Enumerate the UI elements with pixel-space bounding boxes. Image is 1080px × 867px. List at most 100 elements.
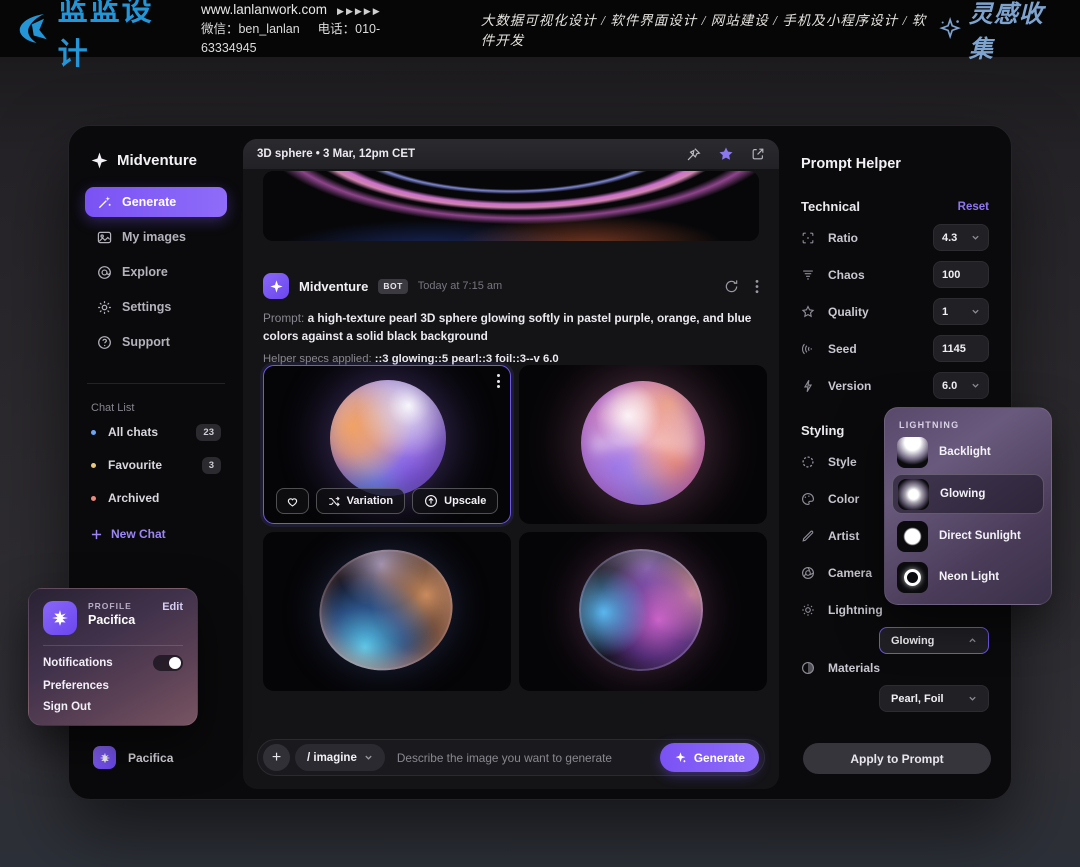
sidebar-item-settings[interactable]: Settings xyxy=(85,292,227,322)
reset-button[interactable]: Reset xyxy=(958,201,989,213)
chat-filter-label: All chats xyxy=(108,425,158,439)
sidebar-item-label: Explore xyxy=(122,265,168,279)
previous-generation-image[interactable] xyxy=(263,171,759,241)
sidebar-item-label: Settings xyxy=(122,300,171,314)
preferences-item[interactable]: Preferences xyxy=(43,680,183,692)
favourite-star-icon[interactable] xyxy=(718,146,734,162)
lanlan-logo-text: 蓝蓝设计 xyxy=(58,0,177,73)
styling-row-materials: Materials xyxy=(801,654,989,681)
neon-light-thumbnail xyxy=(897,562,928,593)
chaos-value: 100 xyxy=(942,269,960,281)
upscale-button[interactable]: Upscale xyxy=(412,488,498,514)
styling-label: Style xyxy=(828,455,857,469)
gear-icon xyxy=(97,300,112,315)
option-label: Direct Sunlight xyxy=(939,530,1021,542)
setting-label: Quality xyxy=(828,305,869,319)
generate-button[interactable]: Generate xyxy=(660,743,759,772)
option-direct-sunlight[interactable]: Direct Sunlight xyxy=(892,517,1044,555)
ratio-select[interactable]: 4.3 xyxy=(933,224,989,251)
generated-image-3[interactable] xyxy=(263,532,511,691)
seed-input[interactable]: 1145 xyxy=(933,335,989,362)
brush-icon xyxy=(801,529,816,543)
setting-row-quality: Quality 1 xyxy=(801,298,989,325)
chat-filter-all-chats[interactable]: All chats 23 xyxy=(85,417,227,447)
lanlan-logo-icon xyxy=(16,11,50,47)
open-external-icon[interactable] xyxy=(751,147,765,161)
site-header: 蓝蓝设计 www.lanlanwork.com▶▶▶▶▶ 微信：ben_lanl… xyxy=(0,0,1080,57)
chat-filter-favourite[interactable]: Favourite 3 xyxy=(85,450,227,480)
styling-label: Color xyxy=(828,492,859,506)
specs-value: ::3 glowing::5 pearl::3 foil::3--v 6.0 xyxy=(375,353,559,365)
version-select[interactable]: 6.0 xyxy=(933,372,989,399)
message-timestamp: Today at 7:15 am xyxy=(418,280,502,292)
message-menu-icon[interactable] xyxy=(755,279,759,294)
option-label: Backlight xyxy=(939,446,991,458)
bot-message-header: Midventure BOT Today at 7:15 am xyxy=(263,273,759,299)
generate-label: Generate xyxy=(694,751,745,765)
variation-button[interactable]: Variation xyxy=(316,488,405,514)
option-neon-light[interactable]: Neon Light xyxy=(892,558,1044,596)
option-glowing[interactable]: Glowing xyxy=(892,474,1044,514)
add-attachment-button[interactable]: + xyxy=(263,744,290,771)
sidebar-user[interactable]: Pacifica xyxy=(93,746,173,769)
sign-out-item[interactable]: Sign Out xyxy=(43,701,183,713)
sidebar-item-label: Support xyxy=(122,335,170,349)
regenerate-icon[interactable] xyxy=(724,279,739,294)
command-selector[interactable]: / imagine xyxy=(295,744,385,771)
upscale-icon xyxy=(424,494,438,508)
chevron-down-icon xyxy=(971,233,980,242)
edit-profile-button[interactable]: Edit xyxy=(162,601,183,613)
setting-label: Chaos xyxy=(828,268,865,282)
backlight-thumbnail xyxy=(897,437,928,468)
chaos-input[interactable]: 100 xyxy=(933,261,989,288)
version-icon xyxy=(801,379,816,393)
materials-icon xyxy=(801,661,816,675)
chevron-down-icon xyxy=(968,694,977,703)
chat-filter-archived[interactable]: Archived xyxy=(85,483,227,513)
collect-label: 灵感收集 xyxy=(969,0,1062,64)
styling-label: Artist xyxy=(828,529,859,543)
ratio-value: 4.3 xyxy=(942,232,957,244)
option-backlight[interactable]: Backlight xyxy=(892,433,1044,471)
setting-row-version: Version 6.0 xyxy=(801,372,989,399)
new-chat-button[interactable]: New Chat xyxy=(85,519,227,549)
shuffle-icon xyxy=(328,495,341,508)
chevron-up-icon xyxy=(968,636,977,645)
new-chat-label: New Chat xyxy=(111,527,166,541)
styling-label: Lightning xyxy=(828,603,883,617)
generated-image-4[interactable] xyxy=(519,532,767,691)
quality-select[interactable]: 1 xyxy=(933,298,989,325)
sidebar-item-generate[interactable]: Generate xyxy=(85,187,227,217)
generated-image-2[interactable] xyxy=(519,365,767,524)
sidebar-item-explore[interactable]: Explore xyxy=(85,257,227,287)
notifications-toggle[interactable] xyxy=(153,655,183,671)
sidebar-item-my-images[interactable]: My images xyxy=(85,222,227,252)
glass-sphere-image xyxy=(306,536,465,685)
materials-select[interactable]: Pearl, Foil xyxy=(879,685,989,712)
seed-icon xyxy=(801,342,816,356)
quality-icon xyxy=(801,305,816,319)
wechat-id: 微信：ben_lanlan xyxy=(201,22,300,36)
chat-filter-label: Favourite xyxy=(108,458,162,472)
prompt-input[interactable] xyxy=(397,751,660,765)
heart-icon xyxy=(286,495,299,508)
site-url: www.lanlanwork.com xyxy=(201,2,327,17)
lightning-select[interactable]: Glowing xyxy=(879,627,989,654)
pin-icon[interactable] xyxy=(686,147,701,162)
favourite-button[interactable] xyxy=(276,488,309,514)
sidebar-item-support[interactable]: Support xyxy=(85,327,227,357)
explore-icon xyxy=(97,265,112,280)
bot-avatar xyxy=(263,273,289,299)
generated-image-1[interactable]: Variation Upscale xyxy=(263,365,511,524)
command-label: / imagine xyxy=(307,752,357,764)
brand-name: Midventure xyxy=(117,152,197,169)
apply-to-prompt-button[interactable]: Apply to Prompt xyxy=(803,743,991,774)
site-contact: www.lanlanwork.com▶▶▶▶▶ 微信：ben_lanlan电话：… xyxy=(201,0,421,57)
image-menu-icon[interactable] xyxy=(497,374,500,388)
setting-row-chaos: Chaos 100 xyxy=(801,261,989,288)
brand-sparkle-icon xyxy=(91,152,108,169)
lightning-value: Glowing xyxy=(891,635,934,647)
swirl-sphere-image xyxy=(581,381,705,505)
styling-heading: Styling xyxy=(801,423,844,438)
arrows-decoration: ▶▶▶▶▶ xyxy=(337,6,382,16)
